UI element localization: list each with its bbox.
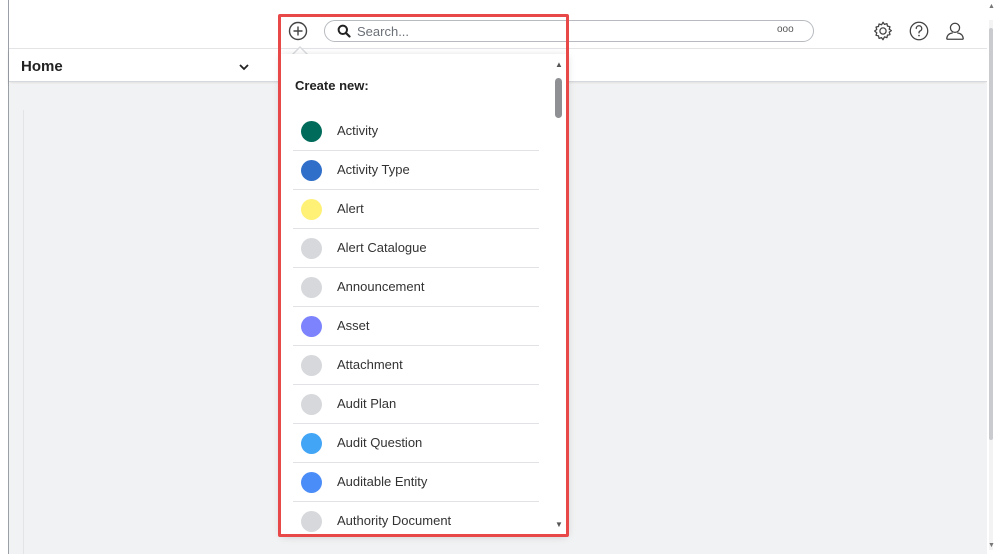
- create-new-item-label: Activity Type: [337, 162, 410, 177]
- record-type-color-icon: [301, 160, 322, 181]
- record-type-color-icon: [301, 511, 322, 532]
- create-new-item-label: Audit Plan: [337, 396, 397, 411]
- create-new-dropdown: Create new: Activity Activity Type Alert Al…: [281, 54, 567, 534]
- create-new-item[interactable]: Activity Type: [293, 151, 539, 190]
- create-new-item[interactable]: Alert: [293, 190, 539, 229]
- record-type-color-icon: [301, 433, 322, 454]
- record-type-color-icon: [301, 277, 322, 298]
- search-icon: [337, 24, 351, 38]
- scroll-up-arrow-icon[interactable]: ▲: [988, 3, 995, 10]
- plus-circle-icon[interactable]: [288, 21, 308, 41]
- scroll-down-arrow-icon[interactable]: ▼: [988, 542, 995, 549]
- create-new-item[interactable]: Announcement: [293, 268, 539, 307]
- create-new-item-label: Auditable Entity: [337, 474, 428, 489]
- search-bar[interactable]: Search... ooo: [324, 20, 814, 42]
- page-scrollbar[interactable]: ▲ ▼: [987, 0, 995, 554]
- record-type-color-icon: [301, 316, 322, 337]
- create-new-item-label: Announcement: [337, 279, 425, 294]
- record-type-color-icon: [301, 355, 322, 376]
- user-icon[interactable]: [944, 20, 966, 42]
- help-icon[interactable]: [908, 20, 930, 42]
- content-divider: [23, 110, 24, 554]
- dropdown-scroll-thumb[interactable]: [555, 78, 562, 118]
- create-new-item[interactable]: Asset: [293, 307, 539, 346]
- create-new-item[interactable]: Authority Document: [293, 502, 539, 534]
- create-new-item-label: Alert Catalogue: [337, 240, 427, 255]
- page-scroll-thumb[interactable]: [989, 28, 993, 440]
- create-new-item[interactable]: Audit Question: [293, 424, 539, 463]
- create-new-list: Activity Activity Type Alert Alert Catalogu…: [293, 112, 539, 534]
- record-type-color-icon: [301, 121, 322, 142]
- record-type-color-icon: [301, 199, 322, 220]
- record-type-color-icon: [301, 472, 322, 493]
- dropdown-scroll-down-icon[interactable]: ▼: [555, 520, 563, 529]
- app-window: Home ▲ ▼ Search... ooo Create new: Activ…: [0, 0, 995, 554]
- create-new-item[interactable]: Activity: [293, 112, 539, 151]
- record-type-color-icon: [301, 394, 322, 415]
- create-new-item[interactable]: Attachment: [293, 346, 539, 385]
- home-selector-label[interactable]: Home: [21, 58, 63, 75]
- create-new-item[interactable]: Auditable Entity: [293, 463, 539, 502]
- chevron-down-icon[interactable]: [237, 60, 251, 74]
- gear-icon[interactable]: [872, 20, 894, 42]
- search-input[interactable]: Search...: [357, 24, 409, 39]
- dropdown-scrollbar[interactable]: ▲ ▼: [554, 60, 564, 530]
- dropdown-heading: Create new:: [295, 78, 369, 93]
- create-new-item-label: Audit Question: [337, 435, 423, 450]
- create-new-item-label: Asset: [337, 318, 370, 333]
- dropdown-scroll-up-icon[interactable]: ▲: [555, 60, 563, 69]
- create-new-item-label: Attachment: [337, 357, 403, 372]
- more-options-icon[interactable]: ooo: [777, 24, 794, 35]
- create-new-item-label: Alert: [337, 201, 364, 216]
- create-new-item-label: Authority Document: [337, 513, 452, 528]
- create-new-item[interactable]: Alert Catalogue: [293, 229, 539, 268]
- record-type-color-icon: [301, 238, 322, 259]
- create-new-item-label: Activity: [337, 123, 379, 138]
- create-new-item[interactable]: Audit Plan: [293, 385, 539, 424]
